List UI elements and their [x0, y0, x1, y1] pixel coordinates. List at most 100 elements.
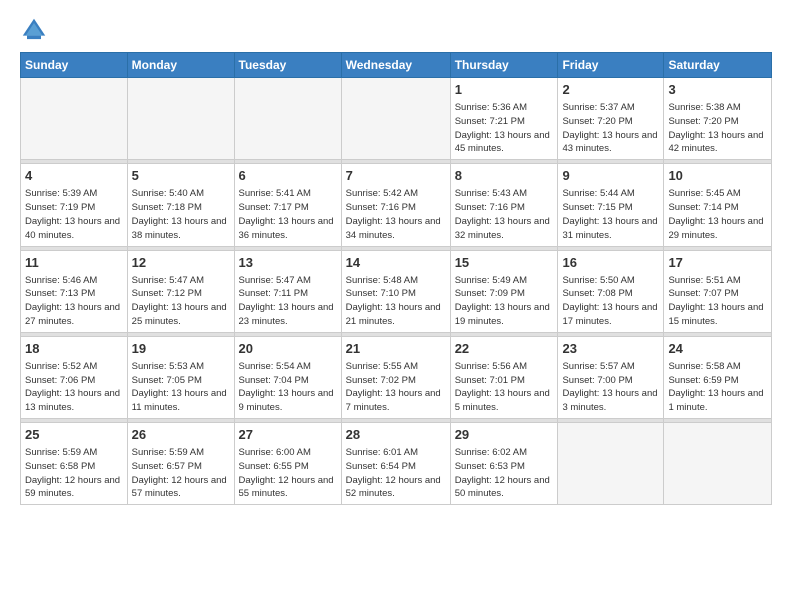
- calendar-day-cell: 9 Sunrise: 5:44 AMSunset: 7:15 PMDaylight…: [558, 164, 664, 246]
- day-number: 19: [132, 340, 230, 358]
- calendar-week-row: 18 Sunrise: 5:52 AMSunset: 7:06 PMDayligh…: [21, 336, 772, 418]
- day-number: 16: [562, 254, 659, 272]
- calendar-day-cell: 11 Sunrise: 5:46 AMSunset: 7:13 PMDayligh…: [21, 250, 128, 332]
- day-info: Sunrise: 5:36 AMSunset: 7:21 PMDaylight:…: [455, 101, 554, 156]
- day-info: Sunrise: 5:48 AMSunset: 7:10 PMDaylight:…: [346, 274, 446, 329]
- day-number: 9: [562, 167, 659, 185]
- day-number: 10: [668, 167, 767, 185]
- day-info: Sunrise: 5:58 AMSunset: 6:59 PMDaylight:…: [668, 360, 767, 415]
- calendar-day-cell: 24Sunrise: 5:58 AMSunset: 6:59 PMDayligh…: [664, 336, 772, 418]
- day-number: 4: [25, 167, 123, 185]
- calendar-day-cell: [341, 78, 450, 160]
- day-info: Sunrise: 6:02 AMSunset: 6:53 PMDaylight:…: [455, 446, 554, 501]
- day-number: 28: [346, 426, 446, 444]
- day-info: Sunrise: 5:41 AMSunset: 7:17 PMDaylight:…: [239, 187, 337, 242]
- day-info: Sunrise: 5:59 AMSunset: 6:57 PMDaylight:…: [132, 446, 230, 501]
- calendar-day-cell: 4 Sunrise: 5:39 AMSunset: 7:19 PMDaylight…: [21, 164, 128, 246]
- day-number: 15: [455, 254, 554, 272]
- day-info: Sunrise: 5:56 AMSunset: 7:01 PMDaylight:…: [455, 360, 554, 415]
- calendar-day-cell: 1 Sunrise: 5:36 AMSunset: 7:21 PMDaylight…: [450, 78, 558, 160]
- day-number: 21: [346, 340, 446, 358]
- weekday-header-row: Sunday Monday Tuesday Wednesday Thursday…: [21, 53, 772, 78]
- day-number: 26: [132, 426, 230, 444]
- calendar-day-cell: 10 Sunrise: 5:45 AMSunset: 7:14 PMDayligh…: [664, 164, 772, 246]
- logo: [20, 16, 52, 44]
- header-monday: Monday: [127, 53, 234, 78]
- calendar-day-cell: [234, 78, 341, 160]
- calendar-day-cell: 28 Sunrise: 6:01 AMSunset: 6:54 PMDayligh…: [341, 423, 450, 505]
- calendar-day-cell: 16 Sunrise: 5:50 AMSunset: 7:08 PMDayligh…: [558, 250, 664, 332]
- general-blue-logo-icon: [20, 16, 48, 44]
- day-number: 11: [25, 254, 123, 272]
- calendar-day-cell: 18 Sunrise: 5:52 AMSunset: 7:06 PMDayligh…: [21, 336, 128, 418]
- day-info: Sunrise: 6:00 AMSunset: 6:55 PMDaylight:…: [239, 446, 337, 501]
- day-info: Sunrise: 5:54 AMSunset: 7:04 PMDaylight:…: [239, 360, 337, 415]
- day-info: Sunrise: 6:01 AMSunset: 6:54 PMDaylight:…: [346, 446, 446, 501]
- day-info: Sunrise: 5:55 AMSunset: 7:02 PMDaylight:…: [346, 360, 446, 415]
- calendar-day-cell: 19 Sunrise: 5:53 AMSunset: 7:05 PMDayligh…: [127, 336, 234, 418]
- calendar-day-cell: [558, 423, 664, 505]
- day-info: Sunrise: 5:43 AMSunset: 7:16 PMDaylight:…: [455, 187, 554, 242]
- day-number: 20: [239, 340, 337, 358]
- calendar-day-cell: 21 Sunrise: 5:55 AMSunset: 7:02 PMDayligh…: [341, 336, 450, 418]
- calendar-day-cell: [127, 78, 234, 160]
- day-number: 8: [455, 167, 554, 185]
- header-sunday: Sunday: [21, 53, 128, 78]
- day-number: 5: [132, 167, 230, 185]
- day-info: Sunrise: 5:42 AMSunset: 7:16 PMDaylight:…: [346, 187, 446, 242]
- calendar-day-cell: 3Sunrise: 5:38 AMSunset: 7:20 PMDaylight…: [664, 78, 772, 160]
- day-number: 14: [346, 254, 446, 272]
- calendar-week-row: 4 Sunrise: 5:39 AMSunset: 7:19 PMDaylight…: [21, 164, 772, 246]
- calendar-day-cell: 27 Sunrise: 6:00 AMSunset: 6:55 PMDayligh…: [234, 423, 341, 505]
- calendar-day-cell: 14 Sunrise: 5:48 AMSunset: 7:10 PMDayligh…: [341, 250, 450, 332]
- calendar-day-cell: 29 Sunrise: 6:02 AMSunset: 6:53 PMDayligh…: [450, 423, 558, 505]
- day-number: 3: [668, 81, 767, 99]
- day-number: 25: [25, 426, 123, 444]
- day-info: Sunrise: 5:45 AMSunset: 7:14 PMDaylight:…: [668, 187, 767, 242]
- day-info: Sunrise: 5:47 AMSunset: 7:11 PMDaylight:…: [239, 274, 337, 329]
- day-number: 2: [562, 81, 659, 99]
- header-tuesday: Tuesday: [234, 53, 341, 78]
- day-number: 13: [239, 254, 337, 272]
- header-thursday: Thursday: [450, 53, 558, 78]
- day-info: Sunrise: 5:52 AMSunset: 7:06 PMDaylight:…: [25, 360, 123, 415]
- calendar-day-cell: 7 Sunrise: 5:42 AMSunset: 7:16 PMDaylight…: [341, 164, 450, 246]
- header-wednesday: Wednesday: [341, 53, 450, 78]
- day-info: Sunrise: 5:57 AMSunset: 7:00 PMDaylight:…: [562, 360, 659, 415]
- calendar-day-cell: [664, 423, 772, 505]
- calendar-day-cell: 23 Sunrise: 5:57 AMSunset: 7:00 PMDayligh…: [558, 336, 664, 418]
- calendar-day-cell: 5Sunrise: 5:40 AMSunset: 7:18 PMDaylight…: [127, 164, 234, 246]
- calendar-day-cell: 2 Sunrise: 5:37 AMSunset: 7:20 PMDaylight…: [558, 78, 664, 160]
- header-friday: Friday: [558, 53, 664, 78]
- day-info: Sunrise: 5:53 AMSunset: 7:05 PMDaylight:…: [132, 360, 230, 415]
- day-number: 27: [239, 426, 337, 444]
- day-info: Sunrise: 5:44 AMSunset: 7:15 PMDaylight:…: [562, 187, 659, 242]
- day-info: Sunrise: 5:37 AMSunset: 7:20 PMDaylight:…: [562, 101, 659, 156]
- day-number: 12: [132, 254, 230, 272]
- calendar-day-cell: 26 Sunrise: 5:59 AMSunset: 6:57 PMDayligh…: [127, 423, 234, 505]
- calendar-day-cell: 22 Sunrise: 5:56 AMSunset: 7:01 PMDayligh…: [450, 336, 558, 418]
- day-number: 29: [455, 426, 554, 444]
- calendar-week-row: 11 Sunrise: 5:46 AMSunset: 7:13 PMDayligh…: [21, 250, 772, 332]
- day-info: Sunrise: 5:49 AMSunset: 7:09 PMDaylight:…: [455, 274, 554, 329]
- calendar-week-row: 25 Sunrise: 5:59 AMSunset: 6:58 PMDayligh…: [21, 423, 772, 505]
- day-info: Sunrise: 5:46 AMSunset: 7:13 PMDaylight:…: [25, 274, 123, 329]
- calendar-day-cell: 25 Sunrise: 5:59 AMSunset: 6:58 PMDayligh…: [21, 423, 128, 505]
- day-info: Sunrise: 5:59 AMSunset: 6:58 PMDaylight:…: [25, 446, 123, 501]
- day-number: 6: [239, 167, 337, 185]
- day-number: 1: [455, 81, 554, 99]
- day-number: 17: [668, 254, 767, 272]
- calendar-day-cell: 8 Sunrise: 5:43 AMSunset: 7:16 PMDaylight…: [450, 164, 558, 246]
- day-info: Sunrise: 5:47 AMSunset: 7:12 PMDaylight:…: [132, 274, 230, 329]
- calendar-day-cell: 15 Sunrise: 5:49 AMSunset: 7:09 PMDayligh…: [450, 250, 558, 332]
- day-number: 23: [562, 340, 659, 358]
- header-saturday: Saturday: [664, 53, 772, 78]
- day-info: Sunrise: 5:39 AMSunset: 7:19 PMDaylight:…: [25, 187, 123, 242]
- day-number: 7: [346, 167, 446, 185]
- calendar-day-cell: 12 Sunrise: 5:47 AMSunset: 7:12 PMDayligh…: [127, 250, 234, 332]
- calendar-day-cell: 20 Sunrise: 5:54 AMSunset: 7:04 PMDayligh…: [234, 336, 341, 418]
- day-number: 22: [455, 340, 554, 358]
- day-number: 18: [25, 340, 123, 358]
- day-info: Sunrise: 5:50 AMSunset: 7:08 PMDaylight:…: [562, 274, 659, 329]
- calendar-day-cell: 13 Sunrise: 5:47 AMSunset: 7:11 PMDayligh…: [234, 250, 341, 332]
